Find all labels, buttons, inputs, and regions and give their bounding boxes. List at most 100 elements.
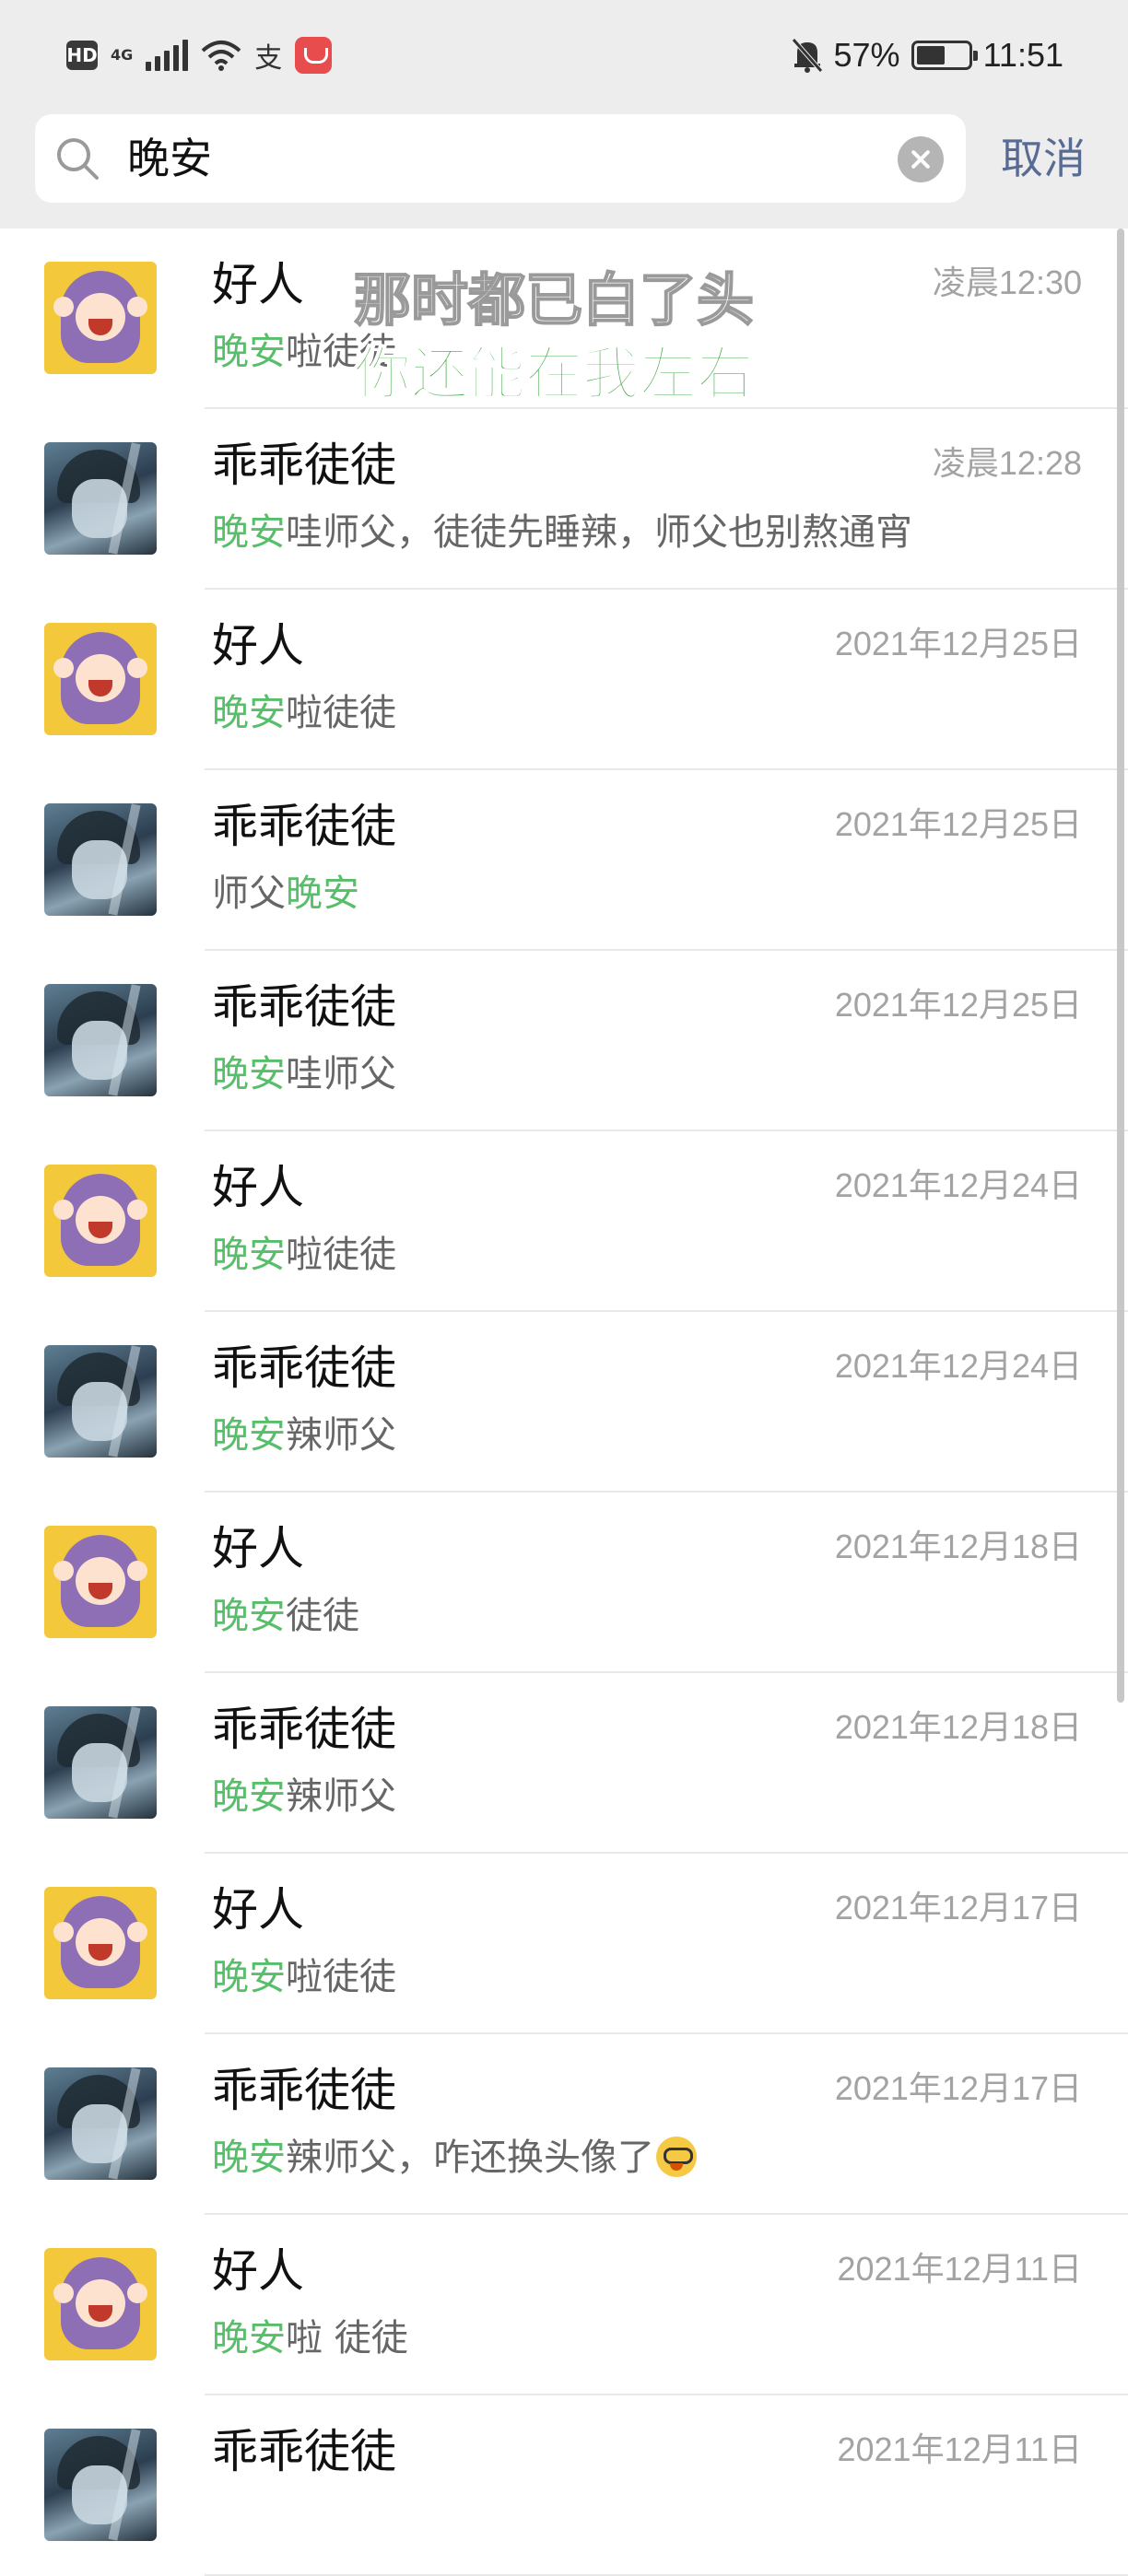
avatar[interactable] [44, 1706, 157, 1819]
signal-icon [146, 40, 189, 71]
clear-icon[interactable] [898, 136, 944, 182]
keyword-highlight: 晚安 [212, 511, 286, 554]
message-time: 2021年12月11日 [837, 2250, 1082, 2288]
list-item[interactable]: 好人 2021年12月18日晚安徒徒 [0, 1493, 1128, 1673]
avatar[interactable] [44, 2248, 157, 2360]
contact-name: 乖乖徒徒 [212, 1341, 396, 1395]
search-results-list: 好人 凌晨12:30 晚安啦徒徒 乖乖徒徒 凌晨12:28 晚安哇师父，徒徒先睡辣，师父也… [0, 228, 1128, 2576]
list-item[interactable]: 好人 2021年12月17日晚安啦徒徒 [0, 1854, 1128, 2034]
list-item[interactable]: 乖乖徒徒 2021年12月24日晚安辣师父 [0, 1312, 1128, 1493]
clock: 11:51 [982, 36, 1063, 74]
keyword-highlight: 晚安 [212, 1234, 286, 1276]
list-item[interactable]: 乖乖徒徒 2021年12月11日 [0, 2395, 1128, 2576]
avatar[interactable] [44, 1526, 157, 1638]
list-item[interactable]: 乖乖徒徒 2021年12月17日晚安辣师父，咋还换头像了 [0, 2034, 1128, 2215]
contact-name: 好人 [212, 1883, 304, 1937]
keyword-highlight: 晚安 [212, 1053, 286, 1095]
search-query[interactable]: 晚安 [127, 129, 212, 188]
message-time: 凌晨12:30 [932, 263, 1082, 301]
message-time: 2021年12月25日 [834, 805, 1082, 843]
message-snippet: 晚安哇师父，徒徒先睡辣，师父也别熬通宵 [212, 507, 912, 558]
message-time: 凌晨12:28 [932, 444, 1082, 482]
message-text: 啦徒徒 [286, 1234, 396, 1276]
mute-bell-icon [791, 38, 823, 73]
list-item[interactable]: 乖乖徒徒 凌晨12:28 晚安哇师父，徒徒先睡辣，师父也别熬通宵 [0, 409, 1128, 590]
message-snippet: 晚安啦 徒徒 [212, 2313, 408, 2364]
search-icon [57, 138, 99, 180]
network-type: 4G [111, 46, 134, 64]
contact-name: 乖乖徒徒 [212, 2064, 396, 2117]
contact-name: 好人 [212, 1522, 304, 1575]
message-time: 2021年12月11日 [837, 2430, 1082, 2468]
message-text: 啦徒徒 [286, 692, 396, 734]
keyword-highlight: 晚安 [212, 2317, 286, 2359]
message-time: 2021年12月18日 [834, 1708, 1082, 1746]
contact-name: 乖乖徒徒 [212, 1703, 396, 1756]
avatar[interactable] [44, 2429, 157, 2541]
message-text: 徒徒 [286, 1595, 359, 1637]
message-time: 2021年12月18日 [834, 1528, 1082, 1565]
lyric-line: 那时都已白了头 [353, 265, 755, 334]
header: HD 4G 支 57% 11:51 晚安 取消 [0, 0, 1128, 228]
battery-icon [911, 41, 978, 70]
message-text: 辣师父 [286, 1775, 396, 1818]
message-time: 2021年12月24日 [834, 1347, 1082, 1385]
message-time: 2021年12月25日 [834, 986, 1082, 1024]
contact-name: 乖乖徒徒 [212, 2425, 396, 2478]
message-time: 2021年12月17日 [834, 1889, 1082, 1926]
goofy-face-emoji [656, 2137, 697, 2177]
list-item[interactable]: 乖乖徒徒 2021年12月25日师父晚安 [0, 770, 1128, 951]
contact-name: 乖乖徒徒 [212, 800, 396, 853]
list-item[interactable]: 乖乖徒徒 2021年12月25日 晚安哇师父 [0, 951, 1128, 1131]
keyword-highlight: 晚安 [212, 1414, 286, 1457]
list-item[interactable]: 好人 2021年12月25日 晚安啦徒徒 [0, 590, 1128, 770]
message-text: 啦 徒徒 [286, 2317, 408, 2359]
contact-name: 好人 [212, 1161, 304, 1214]
cancel-button[interactable]: 取消 [1001, 129, 1086, 188]
avatar[interactable] [44, 984, 157, 1096]
message-snippet: 晚安啦徒徒 [212, 1229, 396, 1281]
avatar[interactable] [44, 262, 157, 374]
avatar[interactable] [44, 442, 157, 555]
message-snippet: 晚安哇师父 [212, 1048, 396, 1100]
lyrics-overlay: 那时都已白了头 你还能在我左右 [353, 263, 778, 411]
message-text: 辣师父，咋还换头像了 [286, 2137, 654, 2179]
message-text: 师父 [212, 872, 286, 915]
wifi-icon [201, 41, 241, 71]
keyword-highlight: 晚安 [212, 692, 286, 734]
hd-icon: HD [66, 41, 98, 70]
list-item[interactable]: 乖乖徒徒 2021年12月18日晚安辣师父 [0, 1673, 1128, 1854]
message-text: 辣师父 [286, 1414, 396, 1457]
message-time: 2021年12月17日 [834, 2069, 1082, 2107]
message-snippet: 晚安辣师父，咋还换头像了 [212, 2132, 697, 2184]
message-text: 哇师父，徒徒先睡辣，师父也别熬通宵 [286, 511, 912, 554]
status-bar: HD 4G 支 57% 11:51 [0, 0, 1128, 111]
message-snippet: 晚安啦徒徒 [212, 687, 396, 739]
message-snippet: 晚安辣师父 [212, 1410, 396, 1461]
list-item[interactable]: 好人 2021年12月24日 晚安啦徒徒 [0, 1131, 1128, 1312]
message-time: 2021年12月25日 [834, 625, 1082, 662]
huawei-app-icon [295, 37, 333, 74]
search-input[interactable]: 晚安 [35, 114, 966, 203]
scrollbar[interactable] [1117, 228, 1124, 1703]
list-item[interactable]: 好人 2021年12月11日 晚安啦 徒徒 [0, 2215, 1128, 2395]
keyword-highlight: 晚安 [212, 2137, 286, 2179]
message-snippet: 师父晚安 [212, 868, 359, 919]
message-text: 哇师父 [286, 1053, 396, 1095]
lyric-line: 你还能在我左右 [353, 339, 755, 408]
avatar[interactable] [44, 1345, 157, 1458]
alipay-icon: 支 [254, 42, 283, 75]
battery-percent: 57% [833, 36, 900, 74]
contact-name: 乖乖徒徒 [212, 439, 396, 492]
contact-name: 好人 [212, 258, 304, 311]
keyword-highlight: 晚安 [212, 1595, 286, 1637]
message-snippet: 晚安辣师父 [212, 1771, 396, 1822]
message-snippet: 晚安啦徒徒 [212, 1951, 396, 2003]
avatar[interactable] [44, 1165, 157, 1277]
avatar[interactable] [44, 1887, 157, 1999]
keyword-highlight: 晚安 [286, 872, 359, 915]
avatar[interactable] [44, 623, 157, 735]
avatar[interactable] [44, 2067, 157, 2180]
avatar[interactable] [44, 803, 157, 916]
message-snippet: 晚安徒徒 [212, 1590, 359, 1642]
